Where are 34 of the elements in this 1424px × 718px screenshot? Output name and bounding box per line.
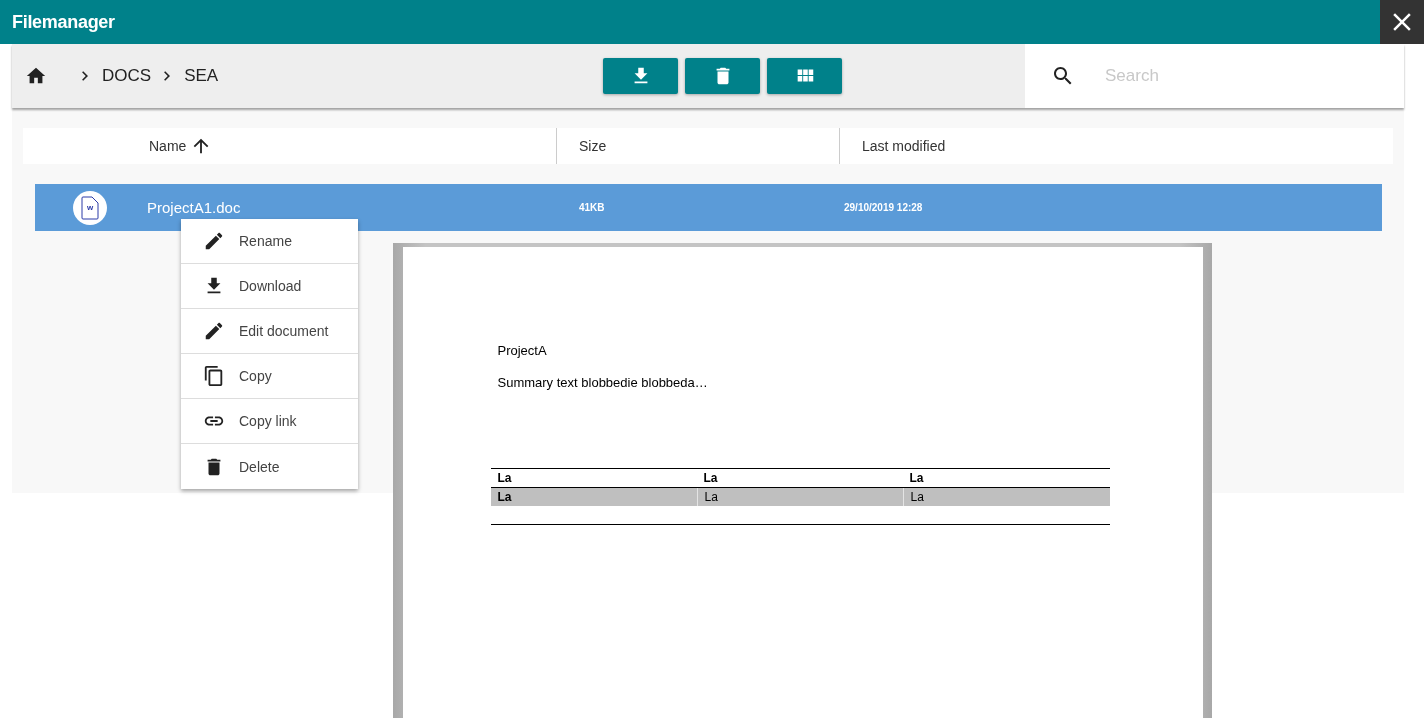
file-date: 29/10/2019 12:28 [844, 202, 924, 213]
chevron-right-icon [82, 70, 88, 82]
document-icon: w [73, 190, 107, 225]
breadcrumb-link[interactable]: DOCS [102, 66, 152, 86]
document-summary: Summary text blobbedie blobbeda… [497, 375, 709, 390]
table-cell-text: La [702, 470, 719, 487]
column-header[interactable]: Size [579, 138, 607, 154]
menu-item[interactable]: Delete [181, 444, 358, 489]
file-size: 41KB [579, 202, 606, 213]
table-cell-text: La [496, 470, 513, 487]
pencil-icon [203, 230, 225, 252]
table-cell: La [696, 488, 903, 506]
close-button[interactable] [1380, 0, 1424, 44]
file-row[interactable]: w ProjectA1.doc 41KB 29/10/2019 12:28 [35, 184, 1382, 231]
menu-item[interactable]: Download [181, 264, 358, 309]
file-name: ProjectA1.doc [147, 199, 242, 216]
download-button[interactable] [603, 58, 678, 94]
menu-item[interactable]: Copy link [181, 399, 358, 444]
copy-icon [203, 365, 225, 387]
delete-button[interactable] [685, 58, 760, 94]
column-header[interactable]: Name [149, 138, 187, 154]
grid-button[interactable] [767, 58, 842, 94]
breadcrumb-link[interactable]: SEA [184, 66, 219, 86]
menu-item[interactable]: Copy [181, 354, 358, 399]
chevron-right-icon [164, 70, 171, 82]
column-header[interactable]: Last modified [862, 138, 946, 154]
window-title: Filemanager [11, 11, 116, 33]
menu-item[interactable]: Edit document [181, 309, 358, 354]
table-cell: La [902, 488, 1110, 506]
menu-item[interactable]: Rename [181, 219, 358, 264]
table-cell-text: La [496, 489, 513, 506]
table-cell-text: La [908, 470, 925, 487]
document-title: ProjectA [497, 343, 548, 358]
pencil-icon [203, 320, 225, 342]
